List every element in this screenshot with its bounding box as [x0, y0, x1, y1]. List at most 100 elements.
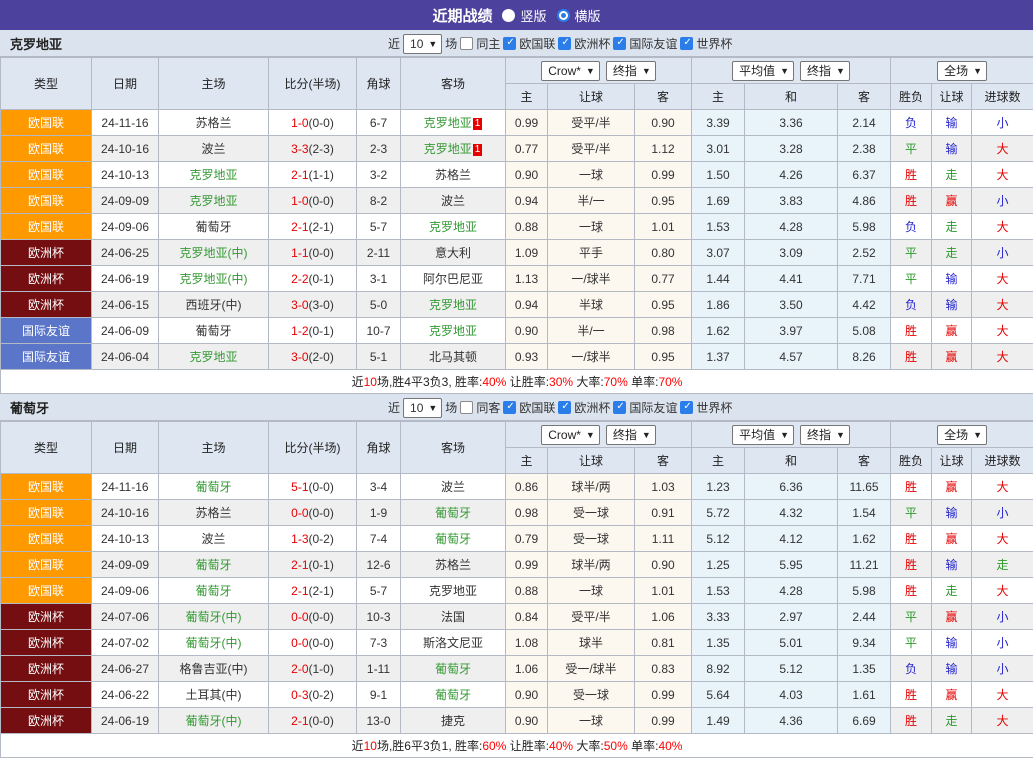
handicap-line: 受一/球半 — [548, 656, 635, 682]
odds-home: 0.94 — [506, 292, 548, 318]
score-cell: 5-1(0-0) — [269, 474, 357, 500]
competition-checkbox-0[interactable] — [503, 401, 516, 414]
corner-count: 6-7 — [357, 110, 401, 136]
avg-away: 4.86 — [838, 188, 891, 214]
competition-label: 欧国联 — [28, 584, 64, 598]
col-header: 类型 — [1, 422, 92, 474]
handicap-line: 一球 — [548, 578, 635, 604]
away-team: 阿尔巴尼亚 — [401, 266, 506, 292]
competition-checkbox-2[interactable] — [613, 401, 626, 414]
result-goals-value: 大 — [997, 480, 1009, 494]
layout-radio-vertical[interactable]: 竖版 — [502, 6, 546, 25]
near-label: 近 — [388, 399, 400, 416]
match-date: 24-09-06 — [92, 214, 159, 240]
result-outcome-value: 胜 — [905, 558, 917, 572]
fulltime-score: 2-1 — [291, 558, 308, 572]
fulltime-score: 0-0 — [291, 636, 308, 650]
competition-checkbox-2[interactable] — [613, 37, 626, 50]
same-venue-checkbox[interactable] — [460, 401, 473, 414]
avg-home: 8.92 — [692, 656, 745, 682]
home-team: 葡萄牙(中) — [159, 630, 269, 656]
dropdown-group: 平均值▼ 终指▼ — [732, 425, 850, 445]
fulltime-select[interactable]: 全场▼ — [937, 61, 987, 81]
avg-home: 1.37 — [692, 344, 745, 370]
avg-draw: 4.57 — [745, 344, 838, 370]
match-count-select[interactable]: 10▼ — [403, 34, 442, 54]
table-row: 欧国联24-10-16苏格兰0-0(0-0)1-9葡萄牙0.98受一球0.915… — [1, 500, 1033, 526]
final-index-select-2[interactable]: 终指▼ — [800, 61, 850, 81]
competition-badge: 欧国联 — [1, 162, 92, 188]
odds-home: 0.90 — [506, 162, 548, 188]
same-venue-checkbox[interactable] — [460, 37, 473, 50]
odds-home: 0.77 — [506, 136, 548, 162]
competition-checkbox-1[interactable] — [558, 37, 571, 50]
avg-away: 6.37 — [838, 162, 891, 188]
average-select[interactable]: 平均值▼ — [732, 61, 794, 81]
competition-label: 欧洲杯 — [28, 662, 64, 676]
radio-selected-icon[interactable] — [557, 9, 570, 22]
result-handicap-value: 走 — [946, 584, 958, 598]
competition-checkbox-1[interactable] — [558, 401, 571, 414]
avg-away: 1.61 — [838, 682, 891, 708]
avg-draw: 3.09 — [745, 240, 838, 266]
sub-col-header: 让球 — [932, 84, 972, 110]
avg-home: 1.35 — [692, 630, 745, 656]
home-team: 葡萄牙 — [159, 318, 269, 344]
home-team: 格鲁吉亚(中) — [159, 656, 269, 682]
competition-badge: 欧国联 — [1, 474, 92, 500]
avg-home: 3.07 — [692, 240, 745, 266]
odds-away: 0.83 — [635, 656, 692, 682]
odds-source-select[interactable]: Crow*▼ — [541, 425, 600, 445]
halftime-score: (2-0) — [309, 350, 334, 364]
fulltime-score: 0-0 — [291, 610, 308, 624]
handicap-line: 平手 — [548, 240, 635, 266]
corner-count: 7-4 — [357, 526, 401, 552]
competition-checkbox-label: 欧洲杯 — [574, 35, 610, 52]
match-date: 24-07-06 — [92, 604, 159, 630]
fulltime-select[interactable]: 全场▼ — [937, 425, 987, 445]
match-date: 24-06-19 — [92, 266, 159, 292]
result-outcome: 平 — [891, 266, 932, 292]
table-row: 欧洲杯24-07-02葡萄牙(中)0-0(0-0)7-3斯洛文尼亚1.08球半0… — [1, 630, 1033, 656]
competition-label: 欧洲杯 — [28, 688, 64, 702]
halftime-score: (2-1) — [309, 584, 334, 598]
odds-home: 0.98 — [506, 500, 548, 526]
competition-badge: 欧洲杯 — [1, 292, 92, 318]
layout-radio-horizontal[interactable]: 横版 — [557, 6, 601, 25]
average-select[interactable]: 平均值▼ — [732, 425, 794, 445]
final-index-select-2[interactable]: 终指▼ — [800, 425, 850, 445]
average-select-value: 平均值 — [739, 426, 775, 443]
competition-checkbox-3[interactable] — [680, 37, 693, 50]
score-cell: 3-0(3-0) — [269, 292, 357, 318]
summary-row: 近10场,胜6平3负1, 胜率:60% 让胜率:40% 大率:50% 单率:40… — [1, 734, 1033, 758]
home-team: 葡萄牙 — [159, 214, 269, 240]
match-count-select[interactable]: 10▼ — [403, 398, 442, 418]
chevron-down-icon: ▼ — [973, 430, 982, 440]
fulltime-score: 1-3 — [291, 532, 308, 546]
final-index-select-1[interactable]: 终指▼ — [606, 61, 656, 81]
odds-home: 0.90 — [506, 682, 548, 708]
result-handicap-value: 赢 — [946, 324, 958, 338]
result-outcome-value: 平 — [905, 246, 917, 260]
competition-label: 国际友谊 — [22, 324, 70, 338]
summary-text: 10 — [364, 375, 377, 389]
avg-home: 1.62 — [692, 318, 745, 344]
odds-home: 1.13 — [506, 266, 548, 292]
result-handicap-value: 走 — [946, 246, 958, 260]
away-team-name: 波兰 — [441, 194, 465, 208]
score-cell: 2-0(1-0) — [269, 656, 357, 682]
fulltime-score: 1-1 — [291, 246, 308, 260]
result-goals-value: 小 — [997, 506, 1009, 520]
col-header: 类型 — [1, 58, 92, 110]
radio-icon[interactable] — [502, 9, 515, 22]
odds-source-select[interactable]: Crow*▼ — [541, 61, 600, 81]
odds-away: 1.12 — [635, 136, 692, 162]
odds-away: 0.81 — [635, 630, 692, 656]
final-index-select-1[interactable]: 终指▼ — [606, 425, 656, 445]
handicap-line: 半球 — [548, 292, 635, 318]
competition-checkbox-3[interactable] — [680, 401, 693, 414]
avg-home: 5.12 — [692, 526, 745, 552]
odds-away: 0.98 — [635, 318, 692, 344]
competition-badge: 欧洲杯 — [1, 266, 92, 292]
competition-checkbox-0[interactable] — [503, 37, 516, 50]
